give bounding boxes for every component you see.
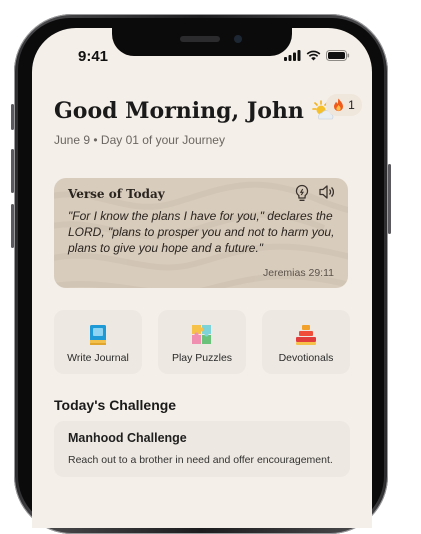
wifi-icon	[306, 50, 321, 61]
volume-down-button	[11, 204, 14, 248]
notch	[112, 28, 292, 56]
write-journal-button[interactable]: Write Journal	[54, 310, 142, 374]
volume-up-button	[11, 149, 14, 193]
app-screen: 9:41 Good Morning, John June 9 • Day 01 …	[32, 28, 372, 528]
verse-actions	[294, 184, 336, 202]
status-time: 9:41	[78, 48, 109, 65]
lightbulb-icon[interactable]	[294, 184, 310, 202]
battery-icon	[326, 50, 350, 61]
verse-reference: Jeremias 29:11	[262, 267, 334, 279]
flame-icon	[334, 98, 344, 112]
greeting-title: Good Morning, John	[54, 98, 336, 124]
status-icons	[284, 50, 350, 61]
streak-badge[interactable]: 1	[326, 94, 362, 116]
power-button	[388, 164, 391, 234]
camera	[234, 35, 242, 43]
write-journal-label: Write Journal	[67, 352, 129, 364]
greeting-text: Good Morning, John	[54, 98, 304, 124]
devotionals-label: Devotionals	[278, 352, 334, 364]
bottom-fade	[32, 488, 372, 528]
speaker-icon[interactable]	[318, 184, 336, 200]
puzzle-icon	[192, 325, 211, 344]
todays-challenge-heading: Today's Challenge	[54, 397, 177, 413]
challenge-description: Reach out to a brother in need and offer…	[68, 454, 333, 466]
stacked-books-icon	[296, 325, 316, 345]
book-icon	[90, 325, 106, 345]
signal-icon	[284, 50, 301, 61]
play-puzzles-label: Play Puzzles	[171, 352, 233, 364]
streak-count: 1	[348, 98, 355, 112]
play-puzzles-button[interactable]: Play Puzzles	[158, 310, 246, 374]
challenge-title: Manhood Challenge	[68, 431, 187, 445]
journey-subline: June 9 • Day 01 of your Journey	[54, 133, 225, 147]
verse-text: "For I know the plans I have for you," d…	[68, 209, 335, 255]
verse-card[interactable]: Verse of Today "For I know the plans I h…	[54, 178, 348, 288]
challenge-card[interactable]: Manhood Challenge Reach out to a brother…	[54, 421, 350, 477]
verse-title: Verse of Today	[68, 187, 165, 201]
side-button	[11, 104, 14, 130]
devotionals-button[interactable]: Devotionals	[262, 310, 350, 374]
speaker	[180, 36, 220, 42]
